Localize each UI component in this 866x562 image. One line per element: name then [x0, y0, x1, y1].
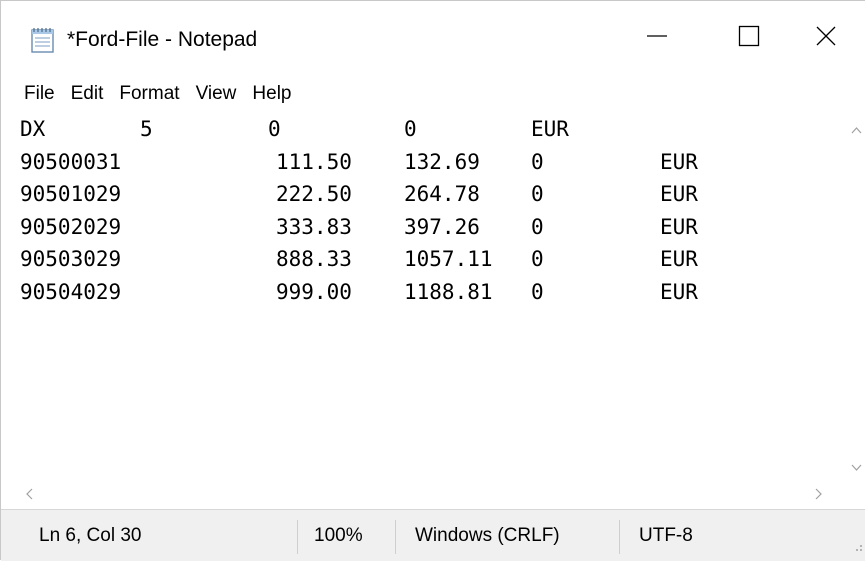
notepad-icon	[29, 26, 57, 54]
scroll-right-icon[interactable]	[815, 487, 823, 505]
line-field-flag: 0	[531, 279, 544, 304]
status-encoding: UTF-8	[639, 525, 693, 546]
menu-file[interactable]: File	[1, 77, 63, 113]
minimize-icon	[646, 25, 668, 52]
line-field-currency: EUR	[531, 117, 569, 141]
title-bar[interactable]: *Ford-File - Notepad	[1, 1, 865, 81]
line-field-gross: 397.26	[404, 214, 480, 239]
line-field-currency: EUR	[660, 279, 698, 304]
line-field-currency: EUR	[660, 247, 698, 271]
scroll-up-icon[interactable]	[851, 121, 862, 139]
line-field-amount: 333.83	[276, 214, 352, 239]
horizontal-scrollbar[interactable]	[1, 481, 846, 507]
status-line-ending: Windows (CRLF)	[415, 525, 560, 546]
line-field-flag: 0	[531, 247, 544, 271]
minimize-button[interactable]	[609, 1, 705, 75]
menu-bar: File Edit Format View Help	[1, 77, 865, 113]
menu-format[interactable]: Format	[111, 77, 187, 113]
line-field-flag: 0	[531, 149, 544, 174]
text-line: 90503029 888.33 1057.11 0 EUR	[20, 243, 846, 276]
line-field-flag: 0	[531, 214, 544, 239]
line-field-gross: 264.78	[404, 182, 480, 206]
vertical-scrollbar[interactable]	[846, 113, 866, 481]
scroll-left-icon[interactable]	[25, 487, 33, 505]
notepad-window: *Ford-File - Notepad File Edit Format Vi…	[0, 0, 866, 561]
line-field-currency: EUR	[660, 149, 698, 174]
line-field-amount: 888.33	[276, 247, 352, 271]
line-field-amount: 111.50	[276, 149, 352, 174]
status-divider	[297, 520, 298, 554]
line-field-code: 90501029	[20, 182, 122, 206]
window-title: *Ford-File - Notepad	[67, 28, 258, 51]
line-field-amount: 222.50	[276, 182, 352, 206]
text-line: 90502029 333.83 397.26 0 EUR	[20, 211, 846, 244]
line-field-gross: 1188.81	[404, 279, 493, 304]
text-editor[interactable]: DX 5 0 0 EUR 90500031 111.50 132.69 0 EU…	[1, 113, 846, 481]
line-field-code: 90502029	[20, 214, 122, 239]
line-field-count: 5	[140, 117, 153, 141]
menu-help[interactable]: Help	[244, 77, 299, 113]
status-zoom: 100%	[314, 525, 363, 546]
line-field-code: DX	[20, 117, 46, 141]
menu-edit[interactable]: Edit	[63, 77, 112, 113]
maximize-icon	[738, 25, 760, 52]
line-field-currency: EUR	[660, 182, 698, 206]
status-divider	[619, 520, 620, 554]
close-button[interactable]	[785, 1, 866, 75]
line-field-code: 90503029	[20, 247, 122, 271]
status-cursor-position: Ln 6, Col 30	[39, 525, 142, 546]
line-field-flag: 0	[531, 182, 544, 206]
resize-grip-icon[interactable]	[851, 539, 863, 557]
text-line: DX 5 0 0 EUR	[20, 113, 846, 146]
line-field-gross: 1057.11	[404, 247, 493, 271]
scroll-down-icon[interactable]	[851, 459, 862, 477]
text-line: 90501029 222.50 264.78 0 EUR	[20, 178, 846, 211]
line-field-currency: EUR	[660, 214, 698, 239]
line-field-gross: 0	[404, 117, 417, 141]
line-field-amount: 0	[268, 117, 281, 141]
line-field-code: 90500031	[20, 149, 122, 174]
close-icon	[815, 25, 837, 52]
line-field-amount: 999.00	[276, 279, 352, 304]
scrollbar-corner	[846, 481, 866, 507]
menu-view[interactable]: View	[188, 77, 245, 113]
text-line: 90504029 999.00 1188.81 0 EUR	[20, 276, 846, 309]
line-field-code: 90504029	[20, 279, 122, 304]
status-divider	[395, 520, 396, 554]
text-line: 90500031 111.50 132.69 0 EUR	[20, 146, 846, 179]
status-bar: Ln 6, Col 30 100% Windows (CRLF) UTF-8	[1, 509, 865, 561]
line-field-gross: 132.69	[404, 149, 480, 174]
maximize-button[interactable]	[701, 1, 797, 75]
